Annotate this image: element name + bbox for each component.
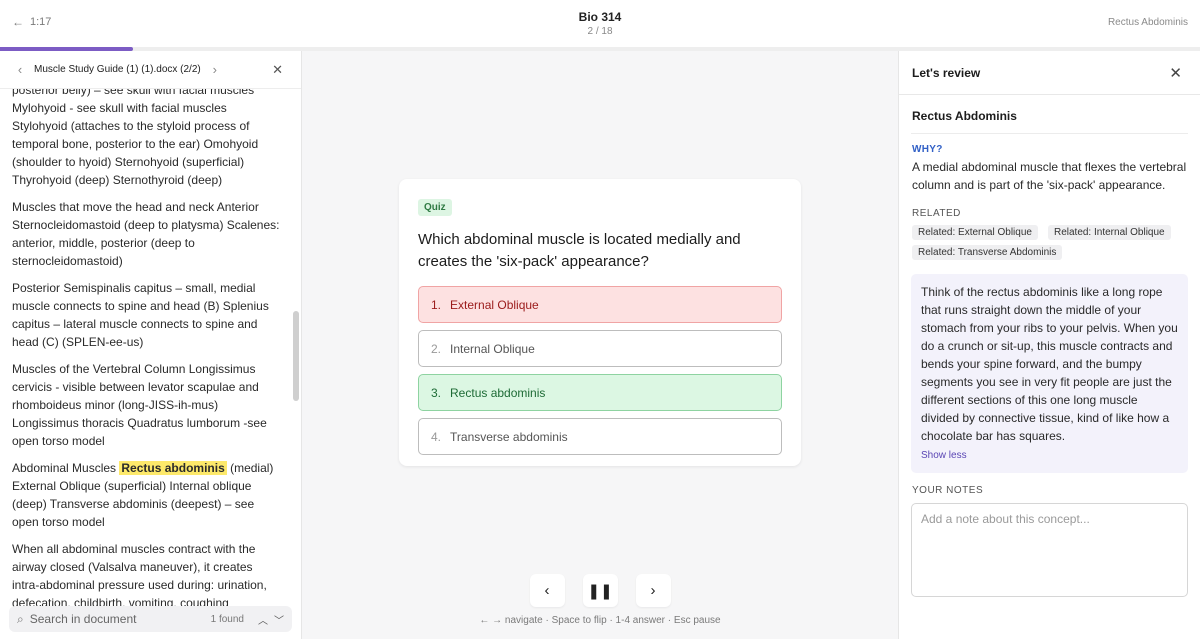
notes-box xyxy=(911,503,1188,597)
document-search: ⌕ 1 found ︿ ﹀ xyxy=(9,606,292,632)
current-concept: Rectus Abdominis xyxy=(1107,17,1188,28)
related-chip[interactable]: Related: External Oblique xyxy=(912,225,1038,240)
option-label: Internal Oblique xyxy=(450,341,535,356)
quiz-area: Quiz Which abdominal muscle is located m… xyxy=(302,51,898,639)
quiz-question: Which abdominal muscle is located medial… xyxy=(418,231,741,270)
answer-option[interactable]: 4. Transverse abdominis xyxy=(418,418,782,455)
chevron-right-icon[interactable]: › xyxy=(207,62,223,77)
next-button[interactable]: › xyxy=(635,574,671,607)
previous-button[interactable]: ‹ xyxy=(529,574,565,607)
related-chip[interactable]: Related: Transverse Abdominis xyxy=(912,245,1063,260)
review-heading: Let's review xyxy=(912,65,981,80)
chevron-left-icon: ‹ xyxy=(544,582,550,599)
review-header: Let's review ✕ xyxy=(899,51,1200,95)
option-number: 3. xyxy=(431,385,442,400)
doc-paragraph-highlighted: Abdominal Muscles Rectus abdominis (medi… xyxy=(12,459,280,531)
doc-paragraph: Muscles that move the head and neck Ante… xyxy=(12,200,280,268)
doc-paragraph: posterior belly) – see skull with facial… xyxy=(12,89,259,187)
option-number: 2. xyxy=(431,341,442,356)
document-panel: ‹ Muscle Study Guide (1) (1).docx (2/2) … xyxy=(0,51,302,639)
search-result-count: 1 found xyxy=(210,613,244,625)
close-icon[interactable]: ✕ xyxy=(272,62,283,78)
card-controls: ‹ ❚❚ › xyxy=(302,574,898,607)
option-label: Transverse abdominis xyxy=(450,429,568,444)
answer-option-wrong[interactable]: 1. External Oblique xyxy=(418,286,782,323)
close-icon[interactable]: ✕ xyxy=(1169,64,1182,82)
option-label: External Oblique xyxy=(450,297,539,312)
search-input[interactable] xyxy=(29,612,211,626)
chevron-down-icon[interactable]: ﹀ xyxy=(274,612,284,627)
why-label: WHY? xyxy=(912,144,943,155)
doc-paragraph: When all abdominal muscles contract with… xyxy=(12,542,267,607)
option-label: Rectus abdominis xyxy=(450,385,546,400)
doc-paragraph: Muscles of the Vertebral Column Longissi… xyxy=(12,362,267,448)
keyboard-hint: ← → navigate · Space to flip · 1-4 answe… xyxy=(479,615,721,626)
notes-label: YOUR NOTES xyxy=(912,485,984,496)
quiz-card: Quiz Which abdominal muscle is located m… xyxy=(399,179,801,466)
doc-paragraph: Posterior Semispinalis capitus – small, … xyxy=(12,281,269,349)
explanation-box: Think of the rectus abdominis like a lon… xyxy=(911,274,1188,473)
document-header: ‹ Muscle Study Guide (1) (1).docx (2/2) … xyxy=(0,51,301,89)
document-name: Muscle Study Guide (1) (1).docx (2/2) xyxy=(34,64,201,75)
related-chip[interactable]: Related: Internal Oblique xyxy=(1047,225,1171,240)
card-counter: 2 / 18 xyxy=(587,26,613,37)
why-text: A medial abdominal muscle that flexes th… xyxy=(912,160,1187,192)
document-content[interactable]: posterior belly) – see skull with facial… xyxy=(0,89,290,607)
answer-option-correct[interactable]: 3. Rectus abdominis xyxy=(418,374,782,411)
top-bar: ← 1:17 Bio 314 2 / 18 Rectus Abdominis xyxy=(0,0,1200,48)
chevron-left-icon[interactable]: ‹ xyxy=(12,62,28,77)
pause-button[interactable]: ❚❚ xyxy=(582,574,618,607)
review-panel: Let's review ✕ Rectus Abdominis WHY? A m… xyxy=(898,51,1200,639)
option-number: 1. xyxy=(431,297,442,312)
chevron-right-icon: › xyxy=(650,582,656,599)
option-number: 4. xyxy=(431,429,442,444)
search-icon: ⌕ xyxy=(17,611,24,626)
title-block: Bio 314 2 / 18 xyxy=(0,10,1200,37)
explanation-text: Think of the rectus abdominis like a lon… xyxy=(921,285,1178,443)
notes-input[interactable] xyxy=(921,512,1178,588)
answer-options: 1. External Oblique 2. Internal Oblique … xyxy=(418,286,782,455)
pause-icon: ❚❚ xyxy=(587,582,613,600)
search-highlight: Rectus abdominis xyxy=(119,461,227,475)
doc-text: Abdominal Muscles xyxy=(12,461,120,475)
related-label: RELATED xyxy=(912,208,961,219)
answer-option[interactable]: 2. Internal Oblique xyxy=(418,330,782,367)
review-concept: Rectus Abdominis xyxy=(912,109,1017,123)
related-chips: Related: External Oblique Related: Inter… xyxy=(899,219,1200,260)
scrollbar-thumb[interactable] xyxy=(293,311,299,401)
quiz-badge: Quiz xyxy=(418,199,452,216)
chevron-up-icon[interactable]: ︿ xyxy=(258,612,268,627)
deck-title: Bio 314 xyxy=(578,10,622,24)
show-less-link[interactable]: Show less xyxy=(921,450,1178,461)
